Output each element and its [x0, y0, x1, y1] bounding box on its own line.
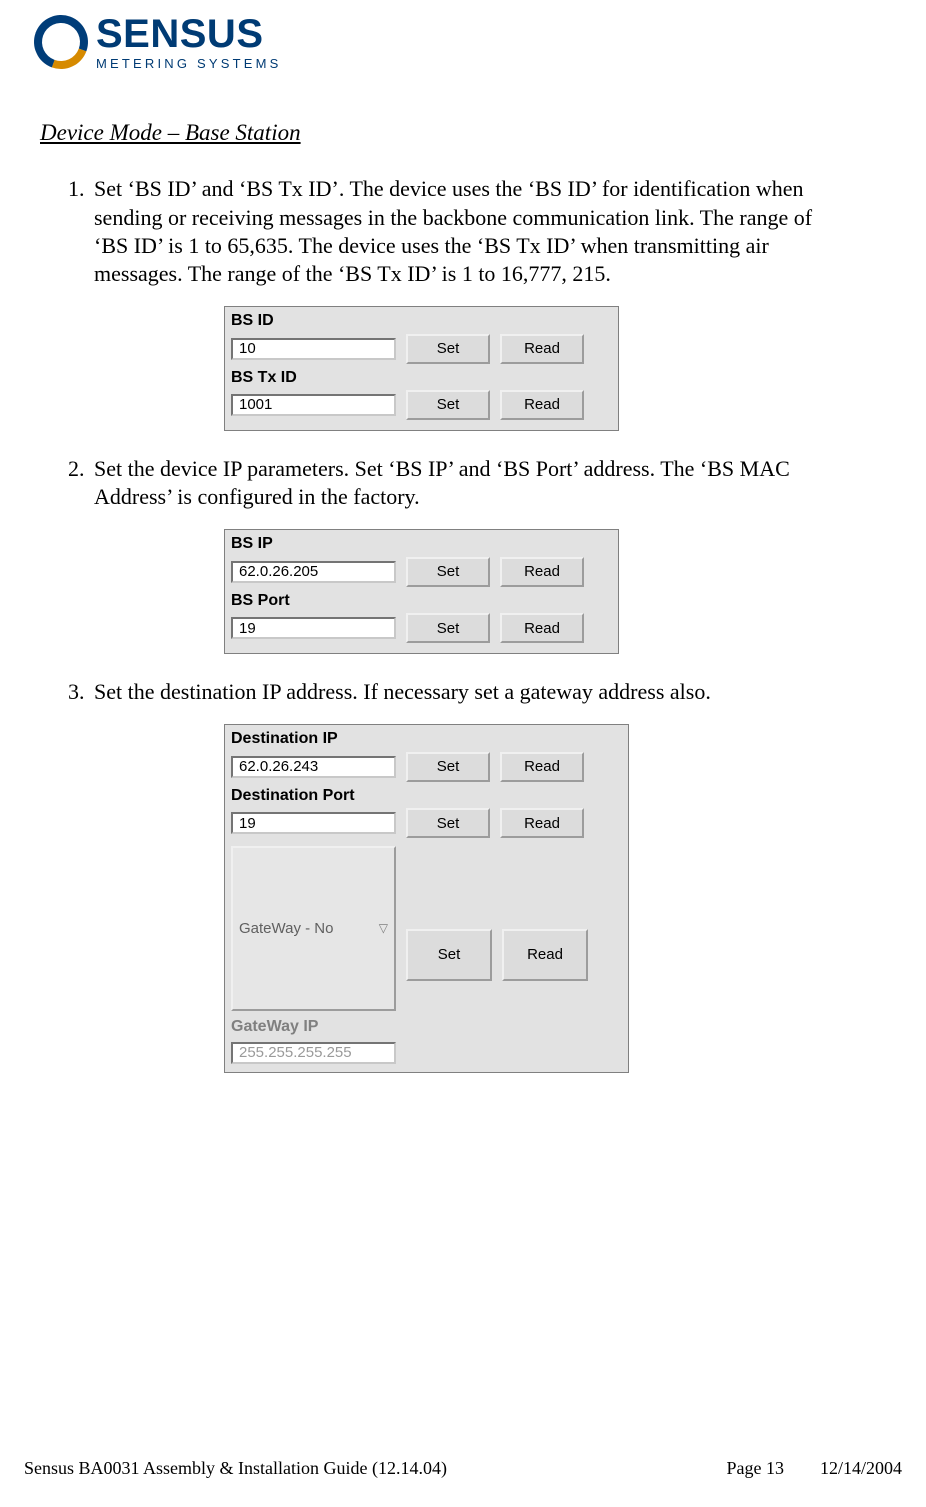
- dest-ip-read-button[interactable]: Read: [500, 752, 584, 782]
- step-2-text: Set the device IP parameters. Set ‘BS IP…: [94, 456, 790, 509]
- gateway-ip-input[interactable]: 255.255.255.255: [231, 1042, 396, 1064]
- dest-ip-set-button[interactable]: Set: [406, 752, 490, 782]
- bs-id-set-button[interactable]: Set: [406, 334, 490, 364]
- dest-ip-input[interactable]: 62.0.26.243: [231, 756, 396, 778]
- bs-id-input[interactable]: 10: [231, 338, 396, 360]
- footer-date: 12/14/2004: [820, 1458, 902, 1479]
- bs-txid-set-button[interactable]: Set: [406, 390, 490, 420]
- panel-destination: Destination IP 62.0.26.243 Set Read Dest…: [224, 724, 629, 1072]
- bs-ip-input[interactable]: 62.0.26.205: [231, 561, 396, 583]
- dest-port-set-button[interactable]: Set: [406, 808, 490, 838]
- gateway-ip-label: GateWay IP: [231, 1017, 396, 1037]
- bs-port-label: BS Port: [231, 591, 612, 611]
- panel-bs-id: BS ID 10 Set Read BS Tx ID 1001 Set Read: [224, 306, 619, 431]
- step-1: Set ‘BS ID’ and ‘BS Tx ID’. The device u…: [90, 175, 846, 431]
- logo-subtitle: METERING SYSTEMS: [96, 57, 282, 70]
- bs-txid-input[interactable]: 1001: [231, 394, 396, 416]
- bs-id-read-button[interactable]: Read: [500, 334, 584, 364]
- dest-port-label: Destination Port: [231, 786, 622, 806]
- dest-ip-label: Destination IP: [231, 729, 622, 749]
- page-footer: Sensus BA0031 Assembly & Installation Gu…: [24, 1458, 902, 1479]
- dest-port-read-button[interactable]: Read: [500, 808, 584, 838]
- gateway-select[interactable]: GateWay - No: [231, 846, 396, 1011]
- bs-port-input[interactable]: 19: [231, 617, 396, 639]
- step-2: Set the device IP parameters. Set ‘BS IP…: [90, 455, 846, 654]
- panel-bs-ip: BS IP 62.0.26.205 Set Read BS Port 19 Se…: [224, 529, 619, 654]
- bs-txid-label: BS Tx ID: [231, 368, 612, 388]
- bs-port-set-button[interactable]: Set: [406, 613, 490, 643]
- dest-port-input[interactable]: 19: [231, 812, 396, 834]
- logo-brand: SENSUS: [96, 14, 282, 54]
- bs-txid-read-button[interactable]: Read: [500, 390, 584, 420]
- bs-ip-set-button[interactable]: Set: [406, 557, 490, 587]
- bs-ip-read-button[interactable]: Read: [500, 557, 584, 587]
- footer-doc-title: Sensus BA0031 Assembly & Installation Gu…: [24, 1458, 447, 1479]
- logo-ring-icon: [34, 15, 88, 69]
- step-3-text: Set the destination IP address. If neces…: [94, 679, 711, 704]
- bs-ip-label: BS IP: [231, 534, 612, 554]
- step-1-text: Set ‘BS ID’ and ‘BS Tx ID’. The device u…: [94, 176, 812, 285]
- gateway-set-button[interactable]: Set: [406, 929, 492, 981]
- footer-page: Page 13: [726, 1458, 784, 1479]
- bs-port-read-button[interactable]: Read: [500, 613, 584, 643]
- step-3: Set the destination IP address. If neces…: [90, 678, 846, 1073]
- section-title: Device Mode – Base Station: [40, 118, 846, 147]
- gateway-read-button[interactable]: Read: [502, 929, 588, 981]
- brand-logo: SENSUS METERING SYSTEMS: [34, 14, 282, 70]
- bs-id-label: BS ID: [231, 311, 612, 331]
